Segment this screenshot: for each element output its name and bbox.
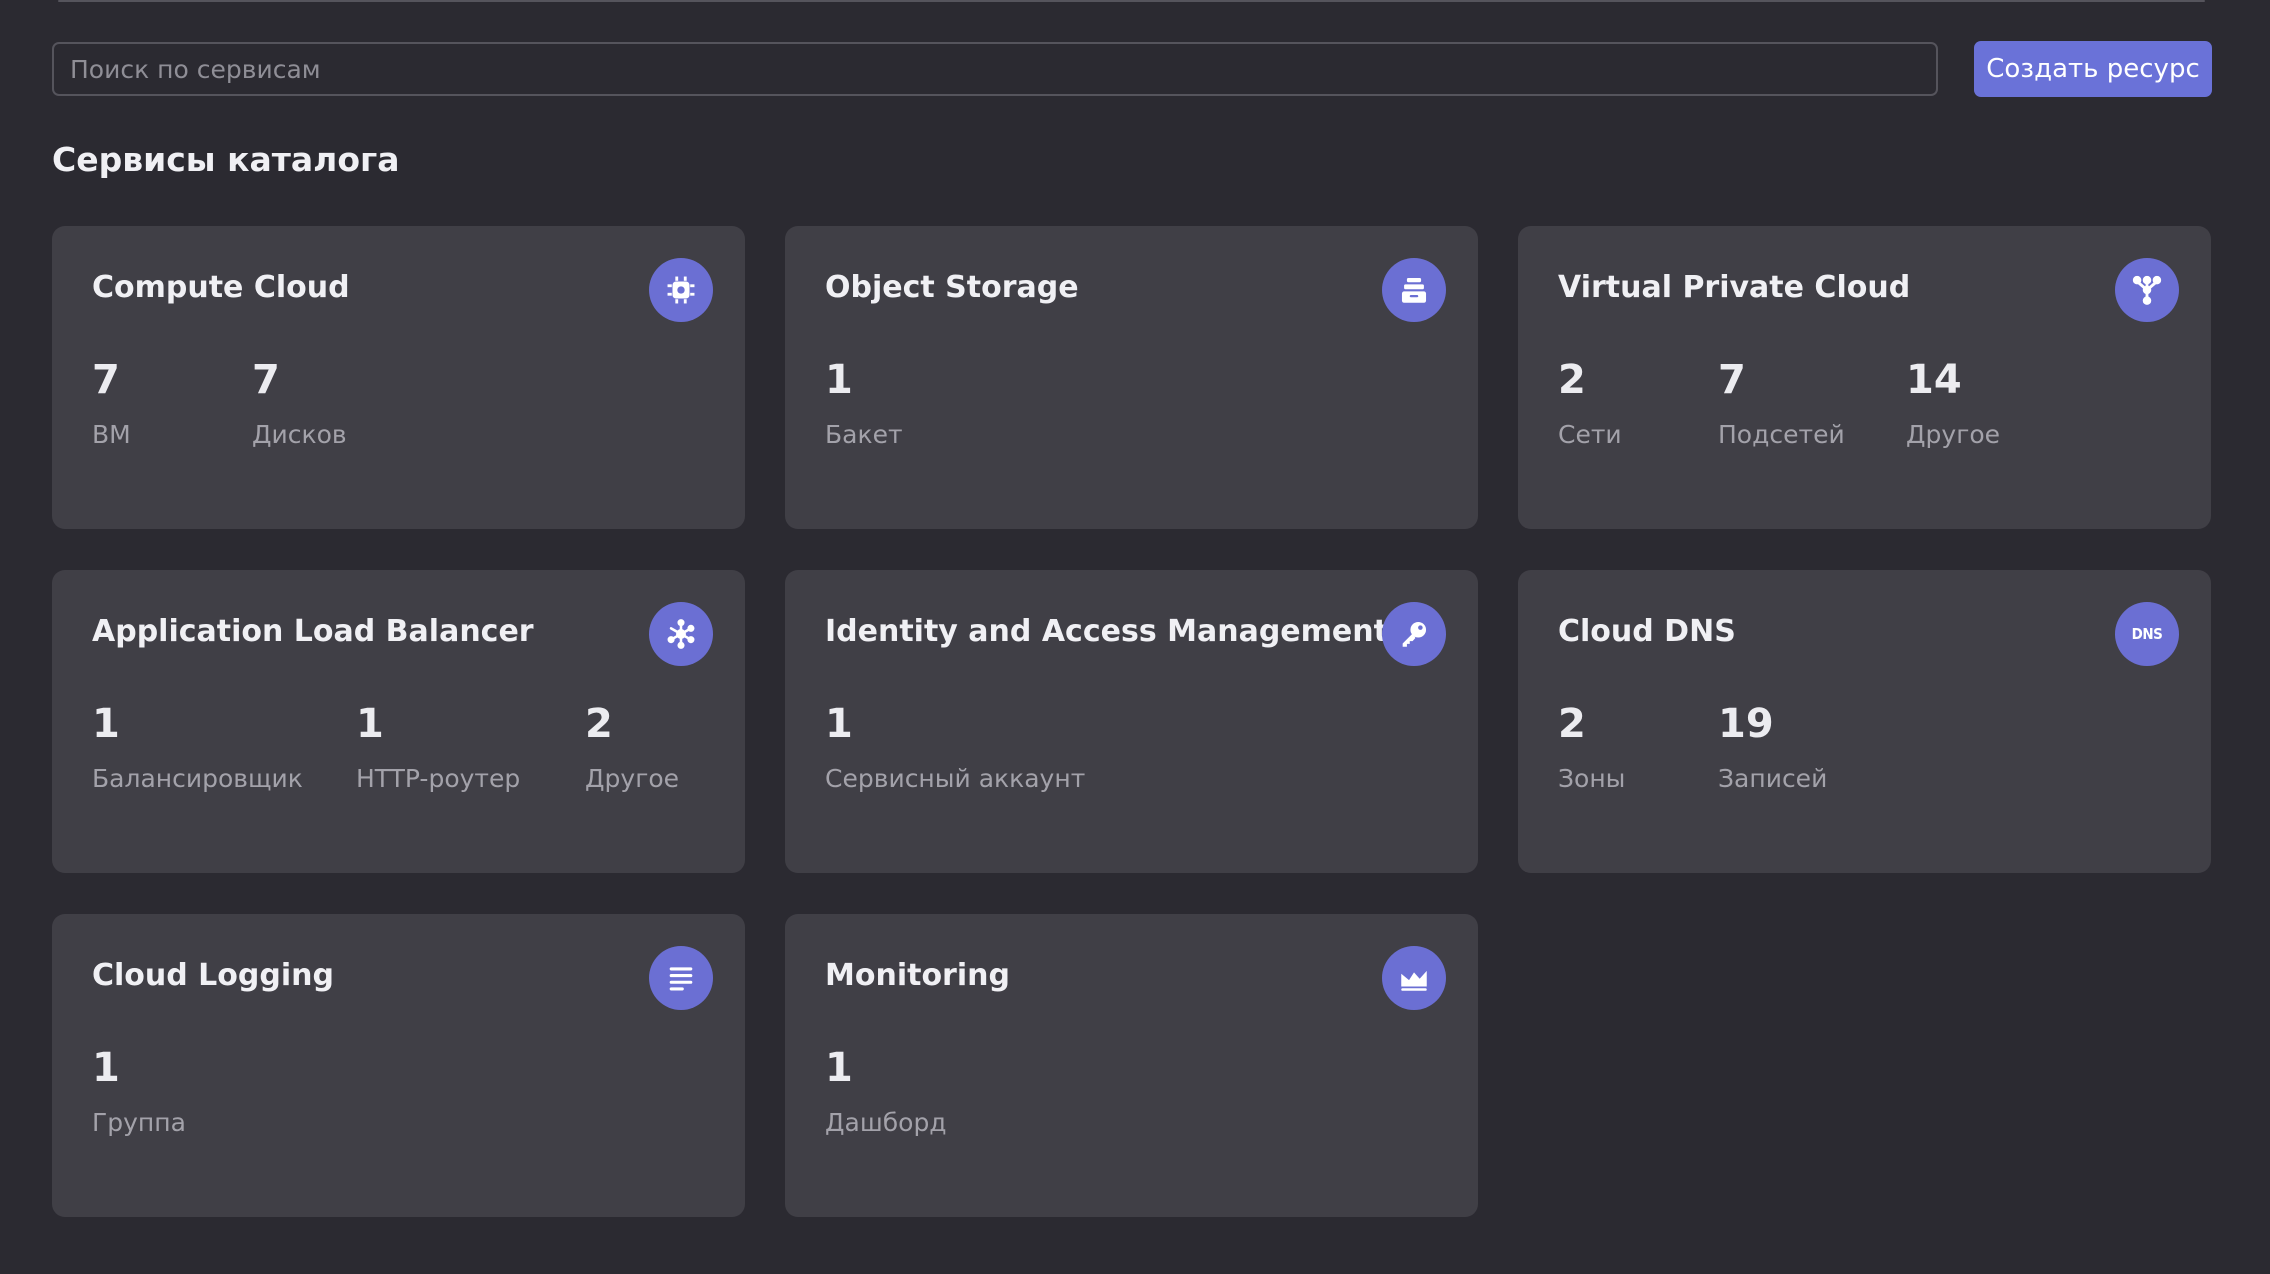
- stat-value: 1: [92, 701, 120, 747]
- stat-label: Группа: [92, 1108, 186, 1137]
- stat-label: Подсетей: [1718, 420, 1845, 449]
- service-card-stats: 7 ВМ 7 Дисков: [92, 360, 412, 449]
- service-card-virtual-private-cloud[interactable]: Virtual Private Cloud 2 Сети 7 Подсетей 14 Дру…: [1518, 226, 2211, 529]
- stat-label: Дашборд: [825, 1108, 947, 1137]
- service-card-cloud-dns[interactable]: Cloud DNS DNS 2 Зоны 19 Записей: [1518, 570, 2211, 873]
- stat-item: 2 Зоны: [1558, 704, 1718, 793]
- service-card-monitoring[interactable]: Monitoring 1 Дашборд: [785, 914, 1478, 1217]
- stat-value: 7: [252, 357, 280, 403]
- stat-value: 1: [356, 701, 384, 747]
- stat-item: 7 Дисков: [252, 360, 412, 449]
- log-lines-icon: [649, 946, 713, 1010]
- service-card-stats: 1 Сервисный аккаунт: [825, 701, 1086, 793]
- stat-item: 1 Балансировщик: [92, 704, 356, 793]
- area-chart-icon: [1382, 946, 1446, 1010]
- stat-item: 7 ВМ: [92, 360, 252, 449]
- stat-label: Балансировщик: [92, 764, 303, 793]
- stat-item: 1 Бакет: [825, 360, 985, 449]
- service-card-stats: 2 Сети 7 Подсетей 14 Другое: [1558, 360, 2026, 449]
- stat-item: 7 Подсетей: [1718, 360, 1906, 449]
- chip-icon: [649, 258, 713, 322]
- dns-icon-text: DNS: [2131, 625, 2163, 643]
- create-resource-button[interactable]: Создать ресурс: [1974, 41, 2212, 97]
- stat-value: 2: [1558, 701, 1586, 747]
- service-card-identity-and-access-management[interactable]: Identity and Access Management 1 Сервисный…: [785, 570, 1478, 873]
- stat-label: Бакет: [825, 420, 903, 449]
- stat-label: Сервисный аккаунт: [825, 764, 1086, 793]
- service-card-title: Application Load Balancer: [92, 614, 534, 649]
- service-card-title: Virtual Private Cloud: [1558, 270, 1911, 305]
- service-card-title: Cloud DNS: [1558, 614, 1736, 649]
- stat-label: Зоны: [1558, 764, 1626, 793]
- service-card-stats: 1 Балансировщик 1 HTTP-роутер 2 Другое: [92, 704, 705, 793]
- stat-item: 1 HTTP-роутер: [356, 704, 585, 793]
- top-divider: [58, 0, 2205, 2]
- service-card-stats: 2 Зоны 19 Записей: [1558, 704, 1878, 793]
- service-card-object-storage[interactable]: Object Storage 1 Бакет: [785, 226, 1478, 529]
- service-card-title: Object Storage: [825, 270, 1079, 305]
- stat-value: 1: [825, 1045, 853, 1091]
- service-card-stats: 1 Дашборд: [825, 1048, 985, 1137]
- stat-item: 1 Дашборд: [825, 1048, 985, 1137]
- stat-item: 14 Другое: [1906, 360, 2026, 449]
- stat-value: 2: [1558, 357, 1586, 403]
- stat-label: Дисков: [252, 420, 347, 449]
- stat-label: Другое: [585, 764, 680, 793]
- network-icon: [2115, 258, 2179, 322]
- stat-value: 14: [1906, 357, 1962, 403]
- service-card-title: Identity and Access Management: [825, 614, 1388, 649]
- service-card-title: Cloud Logging: [92, 958, 334, 993]
- stat-label: HTTP-роутер: [356, 764, 521, 793]
- service-card-title: Monitoring: [825, 958, 1010, 993]
- service-card-application-load-balancer[interactable]: Application Load Balancer 1 Балансировщик 1…: [52, 570, 745, 873]
- stat-item: 19 Записей: [1718, 704, 1878, 793]
- stat-label: Другое: [1906, 420, 2001, 449]
- dns-icon: DNS: [2115, 602, 2179, 666]
- stat-label: Записей: [1718, 764, 1828, 793]
- service-cards-grid: Compute Cloud 7 ВМ 7 Дисков Object Storage 1 Ба…: [52, 226, 2212, 1217]
- key-icon: [1382, 602, 1446, 666]
- stat-value: 7: [92, 357, 120, 403]
- stat-item: 1 Сервисный аккаунт: [825, 701, 1086, 793]
- stat-item: 2 Другое: [585, 704, 705, 793]
- balancer-icon: [649, 602, 713, 666]
- stat-label: ВМ: [92, 420, 131, 449]
- toolbar: Создать ресурс: [52, 41, 2212, 97]
- stat-value: 1: [825, 357, 853, 403]
- stat-item: 2 Сети: [1558, 360, 1718, 449]
- service-card-compute-cloud[interactable]: Compute Cloud 7 ВМ 7 Дисков: [52, 226, 745, 529]
- stat-value: 2: [585, 701, 613, 747]
- service-card-stats: 1 Бакет: [825, 360, 985, 449]
- service-card-title: Compute Cloud: [92, 270, 350, 305]
- stat-value: 19: [1718, 701, 1774, 747]
- stat-item: 1 Группа: [92, 1048, 252, 1137]
- section-title: Сервисы каталога: [52, 140, 400, 179]
- search-input[interactable]: [52, 42, 1938, 96]
- stat-value: 1: [92, 1045, 120, 1091]
- stat-label: Сети: [1558, 420, 1622, 449]
- service-card-cloud-logging[interactable]: Cloud Logging 1 Группа: [52, 914, 745, 1217]
- stat-value: 1: [825, 701, 853, 747]
- stat-value: 7: [1718, 357, 1746, 403]
- storage-icon: [1382, 258, 1446, 322]
- service-card-stats: 1 Группа: [92, 1048, 252, 1137]
